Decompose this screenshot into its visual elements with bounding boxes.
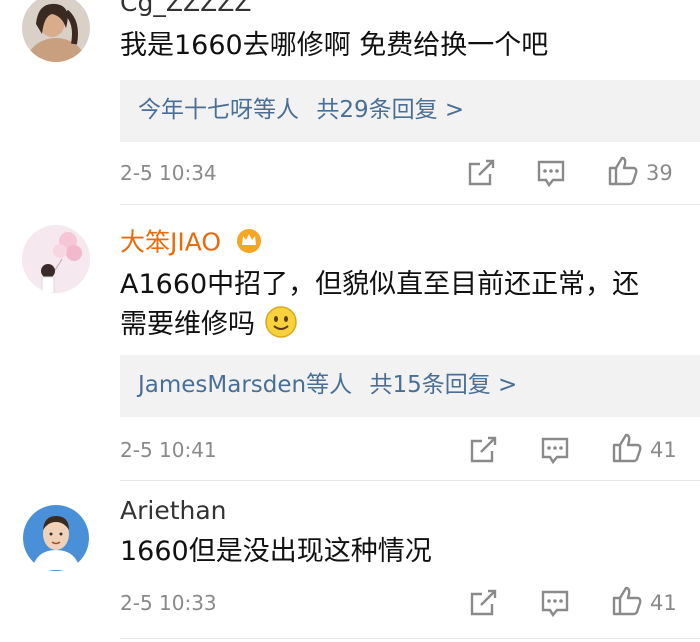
- like-count: 39: [646, 161, 673, 185]
- comment-text-body: A1660中招了，但貌似直至目前还正常，还需要维修吗: [120, 269, 640, 340]
- crown-icon: [235, 227, 263, 260]
- like-count: 41: [650, 591, 677, 615]
- username-text[interactable]: 大笨JIAO: [120, 228, 221, 257]
- username[interactable]: 大笨JIAO: [120, 227, 263, 260]
- timestamp: 2-5 10:41: [120, 438, 217, 462]
- comment-icon[interactable]: [538, 586, 572, 620]
- reply-users[interactable]: 今年十七呀等人: [138, 97, 299, 123]
- share-icon[interactable]: [464, 156, 498, 190]
- divider: [120, 638, 700, 639]
- like-count: 41: [650, 438, 677, 462]
- reply-summary[interactable]: JamesMarsden等人 共15条回复 >: [120, 355, 700, 417]
- avatar[interactable]: [22, 225, 90, 293]
- comment-item: Cg_ZZZZZ 我是1660去哪修啊 免费给换一个吧 今年十七呀等人 共29条…: [0, 0, 700, 205]
- reply-users[interactable]: JamesMarsden等人: [138, 372, 352, 398]
- comment-text: A1660中招了，但貌似直至目前还正常，还需要维修吗: [120, 265, 660, 351]
- share-icon[interactable]: [466, 586, 500, 620]
- comment-text: 1660但是没出现这种情况: [120, 536, 432, 567]
- share-icon[interactable]: [466, 433, 500, 467]
- reply-summary[interactable]: 今年十七呀等人 共29条回复 >: [120, 80, 700, 142]
- reply-count[interactable]: 共15条回复 >: [369, 372, 517, 398]
- reply-count[interactable]: 共29条回复 >: [316, 97, 464, 123]
- like-icon[interactable]: [610, 584, 644, 618]
- avatar[interactable]: [22, 504, 90, 572]
- like-icon[interactable]: [606, 154, 640, 188]
- avatar[interactable]: [22, 0, 90, 62]
- timestamp: 2-5 10:34: [120, 161, 217, 185]
- comment-item: Ariethan 1660但是没出现这种情况 2-5 10:33 41: [0, 480, 700, 642]
- like-icon[interactable]: [610, 431, 644, 465]
- comment-item: 大笨JIAO A1660中招了，但貌似直至目前还正常，还需要维修吗 JamesM…: [0, 205, 700, 481]
- smile-emoji: [264, 305, 298, 351]
- comment-icon[interactable]: [534, 156, 568, 190]
- timestamp: 2-5 10:33: [120, 591, 217, 615]
- username[interactable]: Ariethan: [120, 496, 227, 526]
- comment-text: 我是1660去哪修啊 免费给换一个吧: [120, 30, 549, 61]
- username[interactable]: Cg_ZZZZZ: [120, 0, 251, 18]
- comment-icon[interactable]: [538, 433, 572, 467]
